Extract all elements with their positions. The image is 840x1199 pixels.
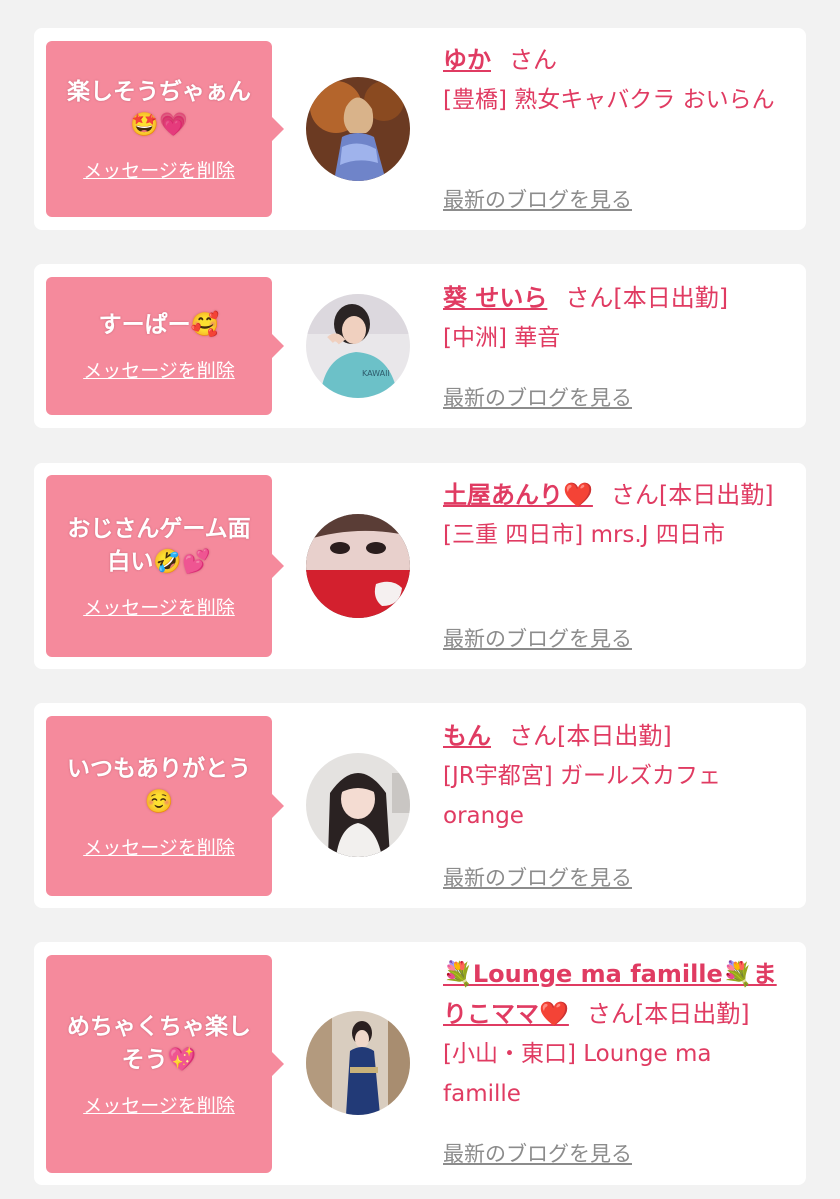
avatar[interactable] bbox=[306, 514, 410, 618]
latest-blog-link[interactable]: 最新のブログを見る bbox=[443, 862, 632, 892]
duty-status: [本日出勤] bbox=[634, 1000, 750, 1028]
honorific: さん bbox=[565, 284, 614, 312]
message-bubble: 楽しそうぢゃぁん🤩💗 メッセージを削除 bbox=[46, 41, 284, 217]
message-card: めちゃくちゃ楽しそう💖 メッセージを削除 💐Lounge ma famille💐… bbox=[34, 942, 806, 1185]
avatar[interactable] bbox=[306, 753, 410, 857]
honorific: さん bbox=[610, 481, 659, 509]
delete-message-link[interactable]: メッセージを削除 bbox=[83, 156, 235, 183]
cast-info: 葵 せいら さん[本日出勤] [中洲] 華音 bbox=[443, 278, 795, 358]
cast-name-line: ゆか さん bbox=[443, 40, 795, 80]
cast-name-line: 土屋あんり❤️ さん[本日出勤] bbox=[443, 475, 795, 515]
message-text: めちゃくちゃ楽しそう💖 bbox=[67, 1013, 251, 1073]
message-bubble: いつもありがとう☺️ メッセージを削除 bbox=[46, 716, 284, 896]
delete-message-link[interactable]: メッセージを削除 bbox=[83, 1091, 235, 1118]
message-text: 楽しそうぢゃぁん🤩💗 bbox=[67, 78, 251, 138]
latest-blog-link[interactable]: 最新のブログを見る bbox=[443, 382, 632, 412]
honorific: さん bbox=[509, 722, 557, 750]
latest-blog-link[interactable]: 最新のブログを見る bbox=[443, 623, 632, 653]
message-text: いつもありがとう☺️ bbox=[67, 755, 251, 815]
avatar[interactable] bbox=[306, 1011, 410, 1115]
message-card: すーぱー🥰 メッセージを削除 KAWAII 葵 せいら さん[本日出勤] [中洲]… bbox=[34, 264, 806, 428]
latest-blog-link[interactable]: 最新のブログを見る bbox=[443, 184, 632, 214]
message-bubble: めちゃくちゃ楽しそう💖 メッセージを削除 bbox=[46, 955, 284, 1173]
cast-name-line: 💐Lounge ma famille💐まりこママ❤️ さん[本日出勤] bbox=[443, 954, 795, 1034]
message-card: おじさんゲーム面白い🤣💕 メッセージを削除 土屋あんり❤️ さん[本日出勤] [三… bbox=[34, 463, 806, 669]
avatar[interactable]: KAWAII bbox=[306, 294, 410, 398]
shop-name: [小山・東口] Lounge ma famille bbox=[443, 1041, 712, 1107]
avatar[interactable] bbox=[306, 77, 410, 181]
svg-text:KAWAII: KAWAII bbox=[362, 369, 390, 378]
shop-name: [三重 四日市] mrs.J 四日市 bbox=[443, 522, 725, 548]
delete-message-link[interactable]: メッセージを削除 bbox=[83, 356, 235, 383]
message-card: いつもありがとう☺️ メッセージを削除 もん さん[本日出勤] [JR宇都宮] ガ… bbox=[34, 703, 806, 908]
shop-name: [JR宇都宮] ガールズカフェorange bbox=[443, 763, 722, 829]
cast-info: 土屋あんり❤️ さん[本日出勤] [三重 四日市] mrs.J 四日市 bbox=[443, 475, 795, 555]
shop-name: [豊橋] 熟女キャバクラ おいらん bbox=[443, 87, 775, 113]
duty-status: [本日出勤] bbox=[557, 722, 672, 750]
honorific: さん bbox=[586, 1000, 635, 1028]
message-bubble: おじさんゲーム面白い🤣💕 メッセージを削除 bbox=[46, 475, 284, 657]
cast-name-link[interactable]: ゆか bbox=[443, 46, 491, 74]
message-text: おじさんゲーム面白い🤣💕 bbox=[67, 515, 251, 575]
delete-message-link[interactable]: メッセージを削除 bbox=[83, 593, 235, 620]
cast-info: もん さん[本日出勤] [JR宇都宮] ガールズカフェorange bbox=[443, 716, 795, 836]
message-text: すーぱー🥰 bbox=[98, 312, 220, 338]
cast-info: ゆか さん [豊橋] 熟女キャバクラ おいらん bbox=[443, 40, 795, 120]
cast-info: 💐Lounge ma famille💐まりこママ❤️ さん[本日出勤] [小山・東… bbox=[443, 954, 795, 1114]
latest-blog-link[interactable]: 最新のブログを見る bbox=[443, 1138, 632, 1168]
message-bubble: すーぱー🥰 メッセージを削除 bbox=[46, 277, 284, 415]
cast-name-link[interactable]: 葵 せいら bbox=[443, 284, 547, 312]
avatar-photo: KAWAII bbox=[306, 294, 410, 398]
honorific: さん bbox=[509, 46, 557, 74]
duty-status: [本日出勤] bbox=[613, 284, 729, 312]
avatar-photo bbox=[306, 77, 410, 181]
cast-name-link[interactable]: 土屋あんり❤️ bbox=[443, 481, 593, 509]
shop-name: [中洲] 華音 bbox=[443, 325, 561, 351]
cast-name-link[interactable]: もん bbox=[443, 722, 491, 750]
delete-message-link[interactable]: メッセージを削除 bbox=[83, 833, 235, 860]
avatar-photo bbox=[306, 753, 410, 857]
avatar-photo bbox=[306, 1011, 410, 1115]
message-card: 楽しそうぢゃぁん🤩💗 メッセージを削除 ゆか さん [豊橋] 熟女キャバクラ おい… bbox=[34, 28, 806, 230]
cast-name-line: 葵 せいら さん[本日出勤] bbox=[443, 278, 795, 318]
avatar-photo bbox=[306, 514, 410, 618]
duty-status: [本日出勤] bbox=[658, 481, 774, 509]
cast-name-line: もん さん[本日出勤] bbox=[443, 716, 795, 756]
